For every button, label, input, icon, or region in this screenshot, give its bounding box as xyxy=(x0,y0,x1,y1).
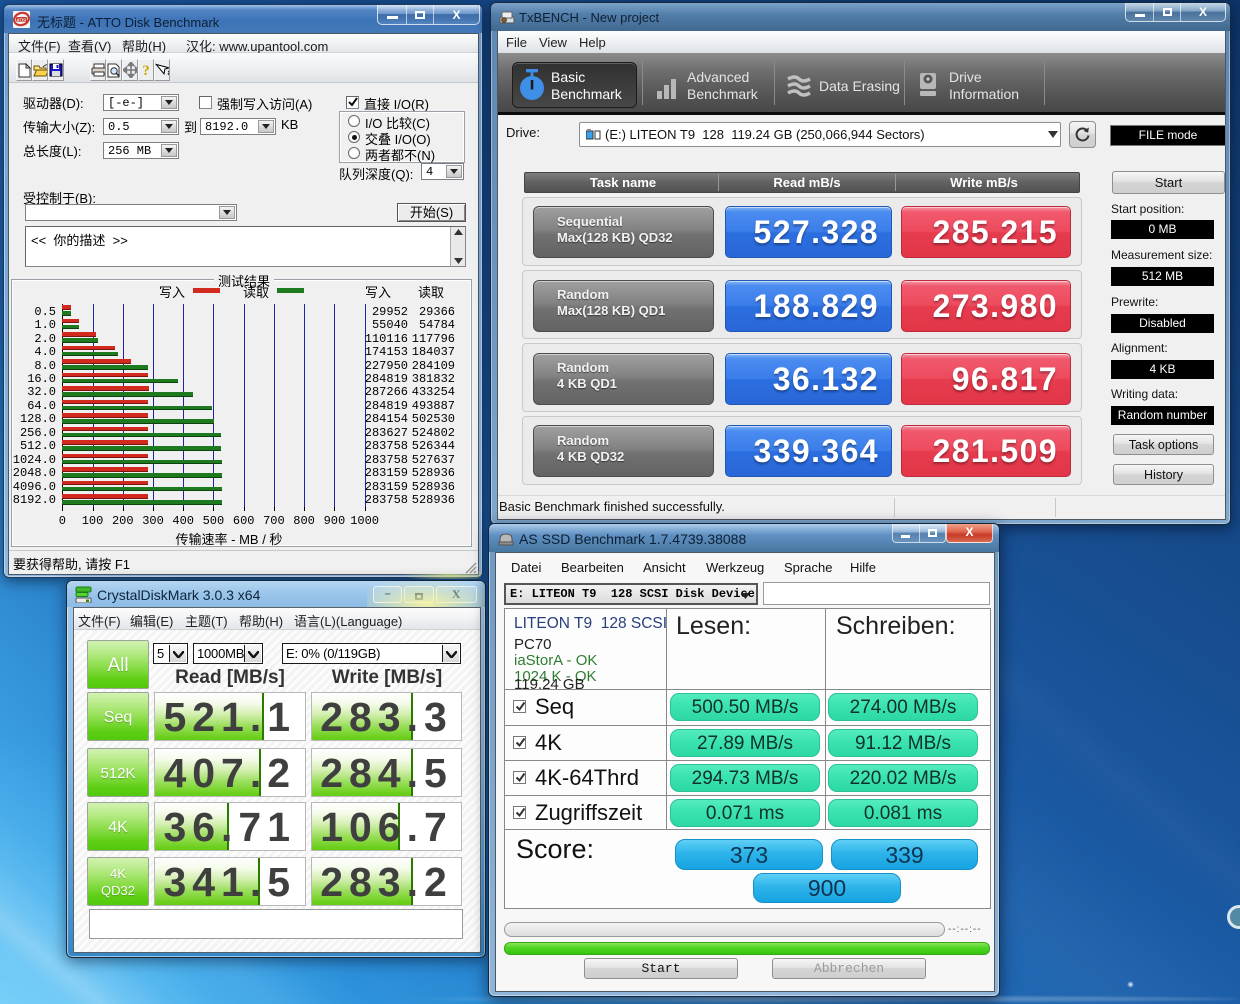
svg-text:?: ? xyxy=(142,63,150,78)
svg-text:ATTO: ATTO xyxy=(17,18,27,22)
svg-text:?: ? xyxy=(166,64,169,78)
